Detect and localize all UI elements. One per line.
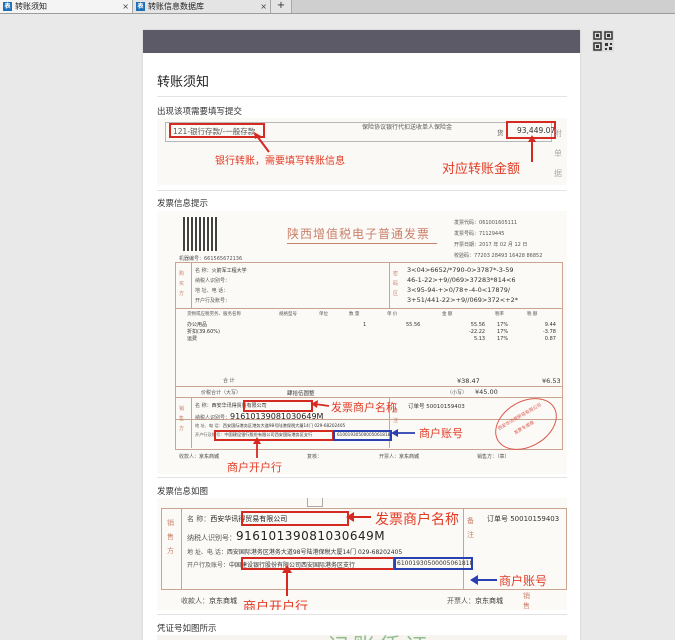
divider <box>157 96 567 97</box>
section-title-invoice-hint: 发票信息提示 <box>157 199 209 209</box>
annotation-merchant-account: 商户账号 <box>499 574 548 588</box>
divider <box>157 477 567 478</box>
annotation-merchant-name: 发票商户名称 <box>331 401 397 414</box>
annotation-merchant-name: 发票商户名称 <box>375 512 459 528</box>
invoice-image: 机器编号：661565672136 陕西增值税电子普通发票 发票代码：06100… <box>157 211 567 474</box>
table-icon: 表 <box>136 2 145 11</box>
voucher-image: 记账凭证 <box>157 635 567 640</box>
annotation-merchant-bank: 商户开户行 <box>243 600 309 610</box>
page-title: 转账须知 <box>157 75 210 90</box>
annotation-merchant-account: 商户账号 <box>419 427 463 440</box>
section-title-voucher: 凭证号如图所示 <box>157 624 217 634</box>
annotation-arrows <box>282 512 497 596</box>
invoice-zoom-image: 销售方 名 称：西安华讯得贸易有限公司 纳税人识别号：9161013908103… <box>157 498 567 610</box>
annotation-amount: 对应转账金额 <box>442 162 521 177</box>
tab-bar: 表 转账须知 × 表 转账信息数据库 × + <box>0 0 675 14</box>
table-icon: 表 <box>3 2 12 11</box>
divider <box>157 190 567 191</box>
new-tab-button[interactable]: + <box>271 0 292 13</box>
annotation-merchant-bank: 商户开户行 <box>227 461 282 474</box>
voucher-snippet-image: 121-银行存款/-一般存款 保险协议银行代扣送收单人保险金 货 93,449.… <box>157 118 567 185</box>
annotation-arrows <box>253 400 415 458</box>
tab-label: 转账须知 <box>15 2 47 11</box>
article-header-bar <box>143 30 580 53</box>
voucher-title: 记账凭证 <box>327 629 431 640</box>
section-title-submit: 出现该项需要填写提交 <box>157 107 243 117</box>
close-icon[interactable]: × <box>260 0 267 13</box>
section-title-invoice-sample: 发票信息如图 <box>157 487 209 497</box>
annotation-bank-transfer: 银行转账，需要填写转账信息 <box>215 156 345 167</box>
tab-transfer-database[interactable]: 表 转账信息数据库 × <box>133 0 271 13</box>
qr-code-icon[interactable] <box>592 30 614 52</box>
divider <box>157 614 567 615</box>
close-icon[interactable]: × <box>122 0 129 13</box>
tab-label: 转账信息数据库 <box>148 2 204 11</box>
article-panel: 转账须知 出现该项需要填写提交 121-银行存款/-一般存款 保险协议银行代扣送… <box>143 30 580 640</box>
tab-transfer-notice[interactable]: 表 转账须知 × <box>0 0 133 13</box>
